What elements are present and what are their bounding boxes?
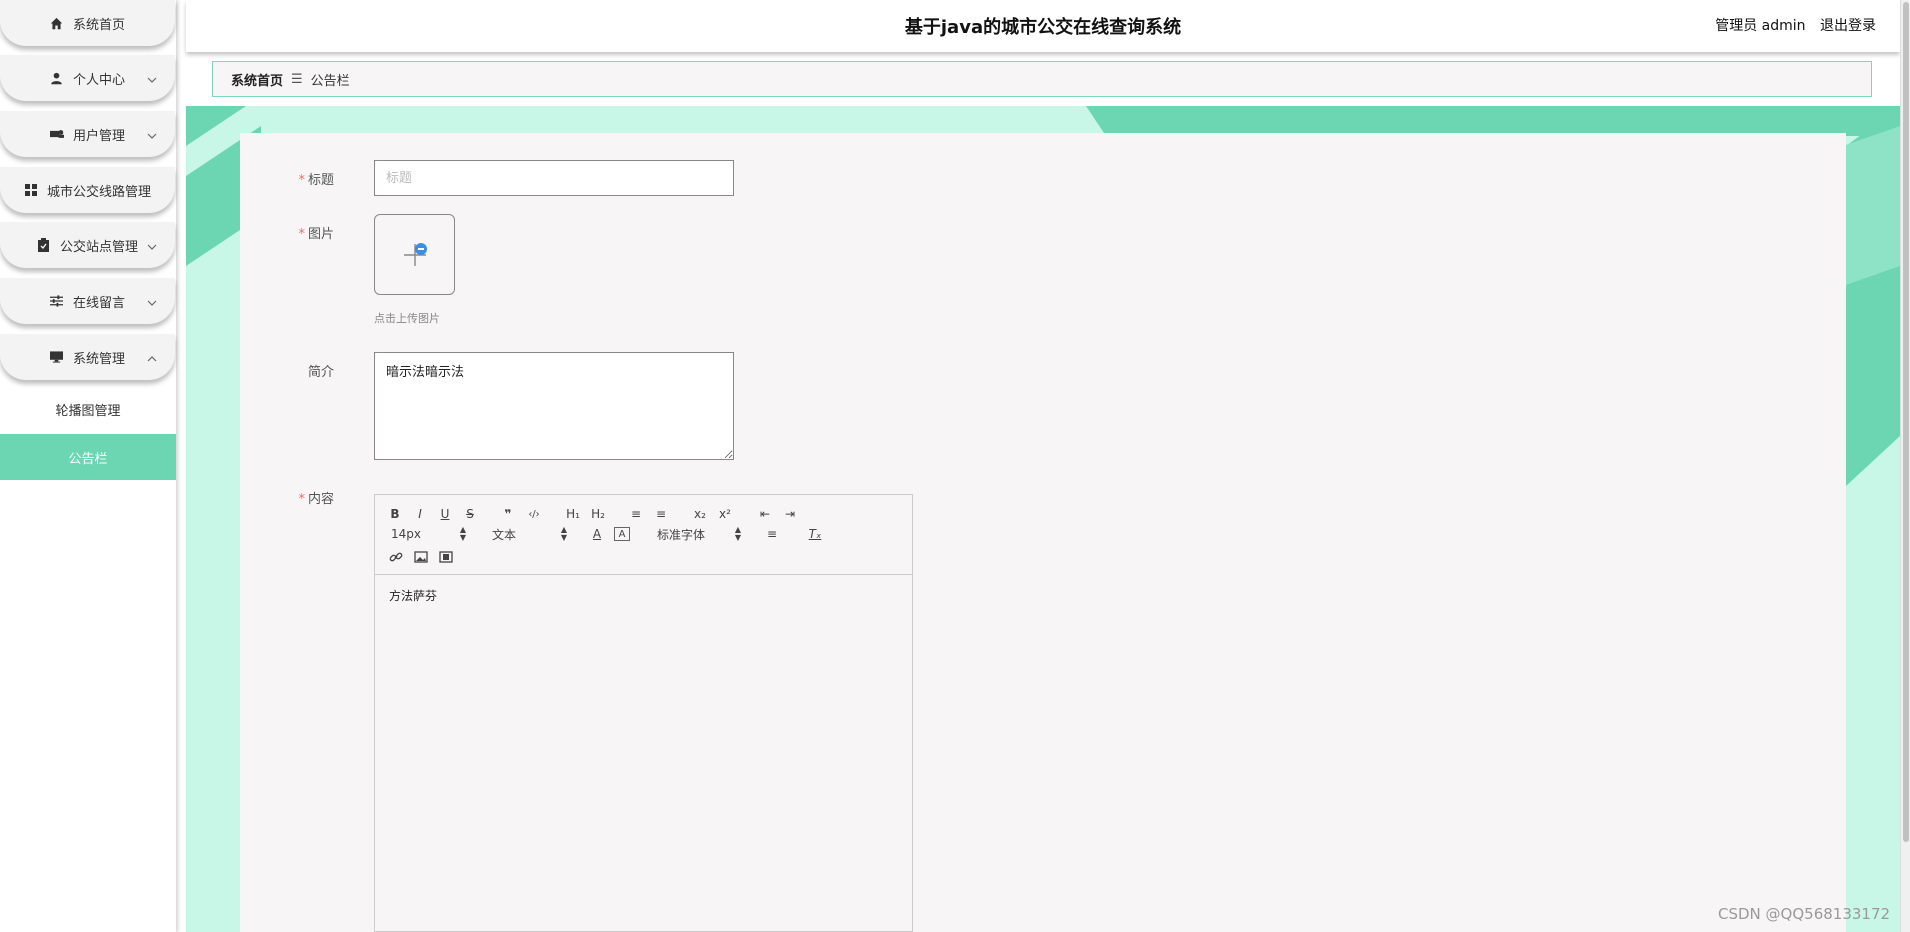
chevron-up-icon [147, 351, 157, 366]
chevron-down-icon [147, 128, 157, 143]
sidebar-item-bus-stops[interactable]: 公交站点管理 [0, 222, 175, 268]
watermark: CSDN @QQ568133172 [1718, 905, 1891, 923]
select-caret-icon: ▲ ▼ [734, 525, 741, 542]
site-title: 基于java的城市公交在线查询系统 [904, 17, 1182, 38]
required-mark: * [298, 492, 305, 507]
page-scrollbar[interactable] [1900, 0, 1910, 932]
chevron-down-icon [147, 239, 157, 254]
clipboard-icon [37, 238, 51, 252]
user-area: 管理员 admin 退出登录 [1705, 15, 1876, 35]
breadcrumb: 系统首页 ☰ 公告栏 [212, 61, 1872, 97]
header-2-button[interactable]: H₂ [588, 505, 608, 523]
align-button[interactable]: ≡ [763, 525, 781, 543]
bullet-list-button[interactable]: ≡ [652, 505, 670, 523]
content-label-text: 内容 [307, 492, 334, 507]
required-mark: * [298, 227, 305, 242]
video-icon [439, 551, 453, 563]
blockquote-button[interactable]: ❞ [500, 505, 516, 523]
breadcrumb-separator-icon: ☰ [291, 71, 303, 87]
sliders-icon [50, 294, 64, 308]
sidebar-item-label: 城市公交线路管理 [46, 184, 151, 200]
image-label-text: 图片 [307, 227, 334, 242]
sidebar-item-home[interactable]: 系统首页 [0, 0, 175, 46]
link-icon [389, 552, 403, 562]
header-select-value: 文本 [492, 527, 517, 542]
editor-toolbar: B I U S ❞ ‹/› H₁ H₂ ≡ ≡ x₂ x² ⇤ ⇥ 14px ▲… [375, 495, 912, 575]
image-icon [414, 551, 428, 563]
image-label: * 图片 [254, 223, 334, 242]
font-size-value: 14px [391, 527, 421, 541]
intro-label-text: 简介 [307, 365, 334, 380]
submenu-item-label: 轮播图管理 [55, 403, 121, 419]
font-family-select[interactable]: 标准字体 ▲ ▼ [657, 525, 741, 543]
image-button[interactable] [412, 548, 430, 566]
sidebar: 系统首页 个人中心 用户管理 城市公交线路管理 公交站点管理 在线留言 系统管理… [0, 0, 176, 932]
required-mark: * [298, 173, 305, 188]
sidebar-item-bus-routes[interactable]: 城市公交线路管理 [0, 167, 175, 213]
select-caret-icon: ▲ ▼ [459, 525, 466, 542]
plus-icon [403, 242, 427, 266]
chevron-down-icon [147, 72, 157, 87]
logout-link[interactable]: 退出登录 [1820, 18, 1876, 34]
rich-text-editor: B I U S ❞ ‹/› H₁ H₂ ≡ ≡ x₂ x² ⇤ ⇥ 14px ▲… [374, 494, 913, 932]
submenu-item-label: 公告栏 [68, 451, 108, 467]
sidebar-item-label: 用户管理 [72, 128, 125, 144]
image-upload-button[interactable] [374, 214, 455, 295]
monitor-icon [50, 350, 64, 364]
sidebar-item-label: 系统首页 [72, 17, 125, 33]
sidebar-item-profile[interactable]: 个人中心 [0, 55, 175, 101]
italic-button[interactable]: I [412, 505, 428, 523]
breadcrumb-current: 公告栏 [310, 73, 350, 89]
indent-button[interactable]: ⇥ [781, 505, 799, 523]
select-caret-icon: ▲ ▼ [560, 525, 567, 542]
content-label: * 内容 [254, 488, 334, 507]
title-input[interactable] [374, 160, 734, 196]
background-color-button[interactable]: A [614, 527, 630, 541]
font-family-value: 标准字体 [657, 527, 706, 542]
underline-button[interactable]: U [437, 505, 453, 523]
superscript-button[interactable]: x² [716, 505, 734, 523]
code-block-button[interactable]: ‹/› [525, 505, 543, 523]
header-1-button[interactable]: H₁ [563, 505, 583, 523]
upload-tip: 点击上传图片 [374, 312, 440, 325]
clean-format-button[interactable]: Tₓ [806, 525, 824, 543]
outdent-button[interactable]: ⇤ [756, 505, 774, 523]
sidebar-item-label: 个人中心 [72, 72, 125, 88]
user-label: 管理员 admin [1715, 18, 1806, 34]
users-icon [49, 127, 64, 141]
video-button[interactable] [437, 548, 455, 566]
text-color-button[interactable]: A [589, 525, 605, 543]
chevron-down-icon [147, 295, 157, 310]
font-size-select[interactable]: 14px ▲ ▼ [391, 525, 466, 543]
title-label-text: 标题 [307, 173, 334, 188]
breadcrumb-home[interactable]: 系统首页 [231, 70, 283, 89]
title-label: * 标题 [254, 169, 334, 188]
intro-label: 简介 [254, 361, 334, 380]
sidebar-item-messages[interactable]: 在线留言 [0, 278, 175, 324]
sidebar-item-label: 在线留言 [72, 295, 125, 311]
submenu-item-notice-board[interactable]: 公告栏 [0, 434, 176, 480]
sidebar-item-system[interactable]: 系统管理 [0, 334, 175, 380]
intro-textarea[interactable]: 暗示法暗示法 [374, 352, 734, 460]
submenu-item-carousel[interactable]: 轮播图管理 [0, 386, 176, 432]
subscript-button[interactable]: x₂ [691, 505, 709, 523]
user-icon [50, 71, 64, 85]
scrollbar-thumb[interactable] [1903, 2, 1909, 842]
sidebar-item-label: 系统管理 [72, 351, 125, 367]
home-icon [50, 16, 64, 30]
top-bar: 基于java的城市公交在线查询系统 管理员 admin 退出登录 [186, 0, 1900, 52]
editor-content[interactable]: 方法萨芬 [389, 587, 437, 604]
bold-button[interactable]: B [387, 505, 403, 523]
grid-icon [24, 183, 38, 197]
link-button[interactable] [387, 548, 405, 566]
strike-button[interactable]: S [462, 505, 478, 523]
sidebar-item-users[interactable]: 用户管理 [0, 111, 175, 157]
header-select[interactable]: 文本 ▲ ▼ [492, 525, 567, 543]
ordered-list-button[interactable]: ≡ [627, 505, 645, 523]
sidebar-item-label: 公交站点管理 [59, 239, 138, 255]
